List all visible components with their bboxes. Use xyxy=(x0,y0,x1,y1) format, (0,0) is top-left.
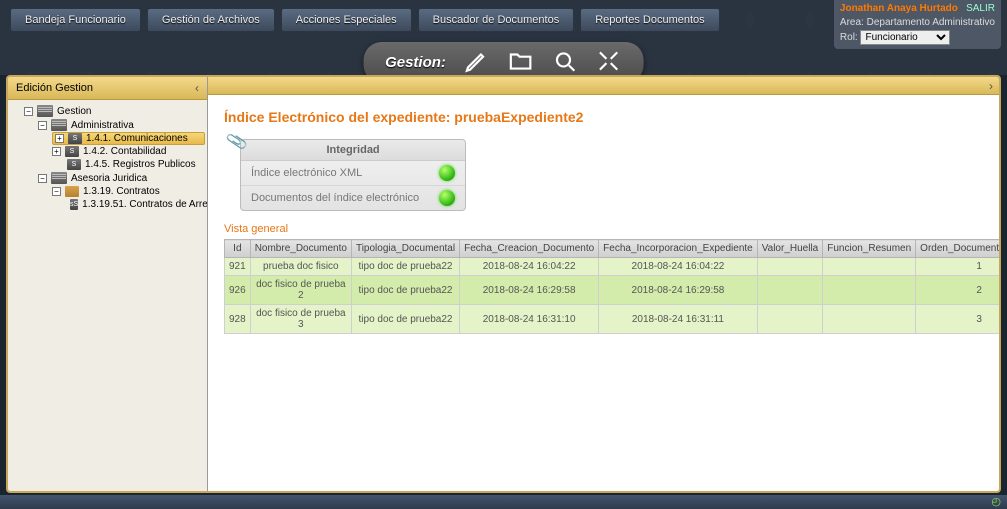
integrity-docs-label: Documentos del índice electrónico xyxy=(251,192,419,204)
cell-fc: 2018-08-24 16:04:22 xyxy=(460,258,599,276)
tree-header: Edición Gestion ‹ xyxy=(8,77,207,100)
menu-gestion-archivos[interactable]: Gestión de Archivos xyxy=(147,8,275,32)
tree-contratos[interactable]: −1.3.19. Contratos xyxy=(10,185,205,198)
table-row[interactable]: 921prueba doc fisicotipo doc de prueba22… xyxy=(225,258,1000,276)
area-value: Departamento Administrativo xyxy=(867,17,995,28)
cell-tipo: tipo doc de prueba22 xyxy=(351,276,459,305)
cell-fr xyxy=(823,276,916,305)
cell-fi: 2018-08-24 16:04:22 xyxy=(599,258,758,276)
cell-fr xyxy=(823,258,916,276)
cell-fi: 2018-08-24 16:31:11 xyxy=(599,305,758,334)
integrity-box: 📎 Integridad Índice electrónico XML Docu… xyxy=(240,139,466,211)
collapse-content-icon[interactable]: › xyxy=(989,79,993,93)
area-label: Area: xyxy=(840,17,864,28)
building-icon xyxy=(37,105,53,117)
cell-id: 926 xyxy=(225,276,251,305)
documents-table: Id Nombre_Documento Tipologia_Documental… xyxy=(224,239,999,334)
tree-contabilidad[interactable]: +S1.4.2. Contabilidad xyxy=(10,145,205,158)
folder-tree-icon xyxy=(65,186,79,197)
col-funcion-resumen[interactable]: Funcion_Resumen xyxy=(823,240,916,258)
cell-ord: 2 xyxy=(916,276,999,305)
cell-fi: 2018-08-24 16:29:58 xyxy=(599,276,758,305)
table-row[interactable]: 926doc fisico de prueba 2tipo doc de pru… xyxy=(225,276,1000,305)
menu-buscador[interactable]: Buscador de Documentos xyxy=(418,8,575,32)
cell-vh xyxy=(757,305,823,334)
menu-acciones[interactable]: Acciones Especiales xyxy=(281,8,412,32)
cell-tipo: tipo doc de prueba22 xyxy=(351,305,459,334)
tree-asesoria[interactable]: −Asesoria Juridica xyxy=(10,171,205,185)
col-valor-huella[interactable]: Valor_Huella xyxy=(757,240,823,258)
content-panel: › Índice Electrónico del expediente: pru… xyxy=(208,77,999,491)
clock-icon[interactable]: ◴ xyxy=(991,495,1001,508)
tree-comunicaciones[interactable]: +S1.4.1. Comunicaciones xyxy=(52,132,205,145)
rol-select[interactable]: Funcionario xyxy=(860,30,950,45)
folder-icon[interactable] xyxy=(508,48,534,77)
user-info-panel: Jonathan Anaya Hurtado SALIR Area: Depar… xyxy=(834,0,1001,49)
cell-fc: 2018-08-24 16:31:10 xyxy=(460,305,599,334)
subseries-icon: sS xyxy=(70,199,78,210)
cell-ord: 1 xyxy=(916,258,999,276)
tree-administrativa[interactable]: −Administrativa xyxy=(10,118,205,132)
page-title: Índice Electrónico del expediente: prueb… xyxy=(224,109,983,125)
tree-root[interactable]: −Gestion xyxy=(10,104,205,118)
cell-tipo: tipo doc de prueba22 xyxy=(351,258,459,276)
cell-nombre: doc fisico de prueba 3 xyxy=(250,305,351,334)
col-tipologia[interactable]: Tipologia_Documental xyxy=(351,240,459,258)
col-nombre[interactable]: Nombre_Documento xyxy=(250,240,351,258)
user-name: Jonathan Anaya Hurtado xyxy=(840,3,958,14)
col-fecha-incorp[interactable]: Fecha_Incorporacion_Expediente xyxy=(599,240,758,258)
cell-id: 928 xyxy=(225,305,251,334)
tree-contratos-arrend[interactable]: sS1.3.19.51. Contratos de Arrendamien xyxy=(10,198,205,211)
status-lamp-green-icon xyxy=(439,165,455,181)
building-icon xyxy=(51,119,67,131)
tree-panel: Edición Gestion ‹ −Gestion −Administrati… xyxy=(8,77,208,491)
bottom-bar xyxy=(0,495,1007,509)
series-icon: S xyxy=(68,133,82,144)
integrity-header: Integridad xyxy=(241,140,465,161)
cell-fr xyxy=(823,305,916,334)
series-icon: S xyxy=(67,159,81,170)
table-row[interactable]: 928doc fisico de prueba 3tipo doc de pru… xyxy=(225,305,1000,334)
rol-label: Rol: xyxy=(840,32,858,43)
series-icon: S xyxy=(65,146,79,157)
status-lamp-green-icon xyxy=(439,190,455,206)
cell-vh xyxy=(757,276,823,305)
col-id[interactable]: Id xyxy=(225,240,251,258)
cell-id: 921 xyxy=(225,258,251,276)
search-doc-icon[interactable] xyxy=(552,48,578,77)
tree-registros[interactable]: S1.4.5. Registros Publicos xyxy=(10,158,205,171)
vista-general-label: Vista general xyxy=(224,223,983,235)
building-icon xyxy=(51,172,67,184)
pill-label: Gestion: xyxy=(385,54,446,71)
tree-title: Edición Gestion xyxy=(16,82,93,94)
cell-nombre: prueba doc fisico xyxy=(250,258,351,276)
menu-reportes[interactable]: Reportes Documentos xyxy=(580,8,719,32)
collapse-tree-icon[interactable]: ‹ xyxy=(195,81,199,95)
edit-icon[interactable] xyxy=(464,48,490,77)
cell-vh xyxy=(757,258,823,276)
integrity-xml-label: Índice electrónico XML xyxy=(251,167,362,179)
expand-icon[interactable] xyxy=(596,48,622,77)
menu-bandeja[interactable]: Bandeja Funcionario xyxy=(10,8,141,32)
cell-nombre: doc fisico de prueba 2 xyxy=(250,276,351,305)
cell-ord: 3 xyxy=(916,305,999,334)
col-fecha-creacion[interactable]: Fecha_Creacion_Documento xyxy=(460,240,599,258)
col-orden[interactable]: Orden_Documento_Expec xyxy=(916,240,999,258)
integrity-row-docs: Documentos del índice electrónico xyxy=(241,186,465,210)
integrity-row-xml: Índice electrónico XML xyxy=(241,161,465,186)
logout-link[interactable]: SALIR xyxy=(966,2,995,16)
cell-fc: 2018-08-24 16:29:58 xyxy=(460,276,599,305)
